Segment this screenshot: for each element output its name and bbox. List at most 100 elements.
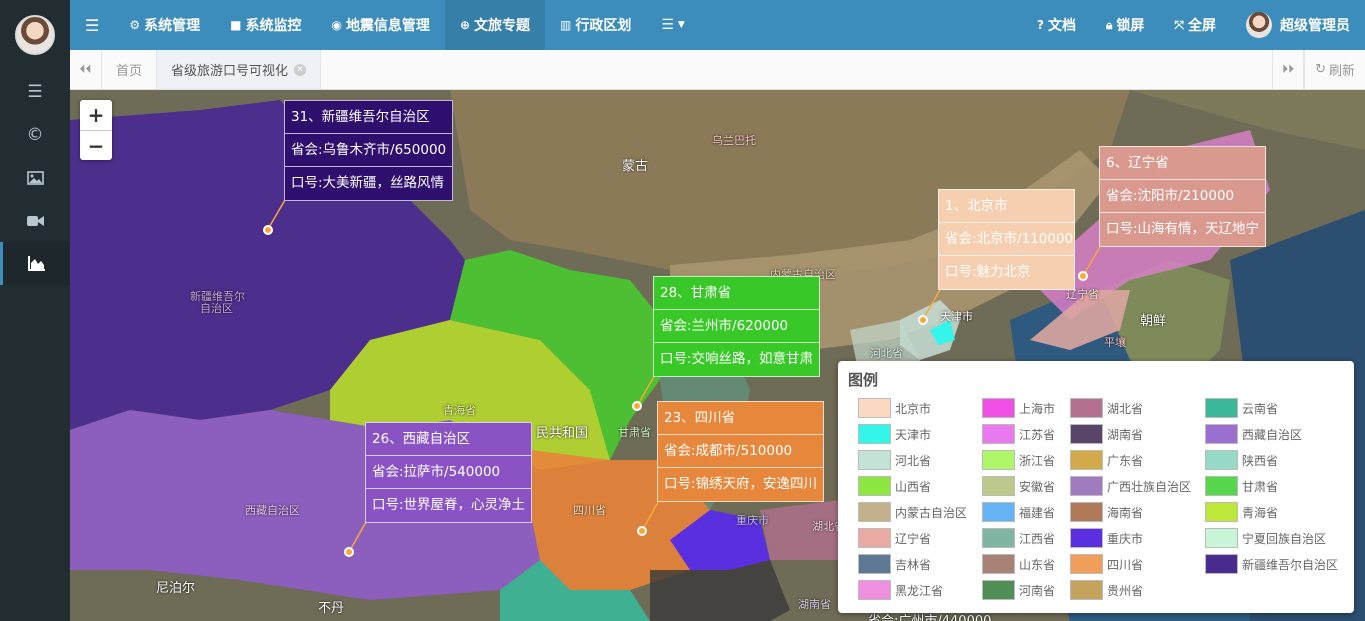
legend-label: 辽宁省 <box>895 531 932 546</box>
nav-label: 文旅专题 <box>474 18 530 34</box>
refresh-button[interactable]: ↻ 刷新 <box>1304 50 1365 89</box>
legend-item[interactable]: 山东省 <box>982 554 1070 574</box>
nav-label: 行政区划 <box>575 18 632 34</box>
tab-slogan-visualization[interactable]: 省级旅游口号可视化 ✕ <box>157 50 322 89</box>
legend-swatch <box>982 398 1015 418</box>
close-icon[interactable]: ✕ <box>294 63 307 76</box>
label-sichuan: 四川省 <box>573 504 606 517</box>
legend-item[interactable]: 贵州省 <box>1070 580 1205 600</box>
legend-swatch <box>858 424 891 444</box>
legend-item[interactable]: 内蒙古自治区 <box>858 502 982 522</box>
legend-label: 湖北省 <box>1107 401 1144 416</box>
label-chongqing: 重庆市 <box>736 514 769 527</box>
legend-swatch <box>1205 450 1238 470</box>
legend-item[interactable]: 上海市 <box>982 398 1070 418</box>
lock-screen-button[interactable]: 🔒︎ 锁屏 <box>1091 0 1159 50</box>
legend-item[interactable]: 吉林省 <box>858 554 982 574</box>
legend-item[interactable]: 河北省 <box>858 450 982 470</box>
nav-culture-tourism[interactable]: ⊕ 文旅专题 <box>444 0 545 50</box>
user-avatar[interactable] <box>15 15 55 55</box>
legend-label: 贵州省 <box>1107 583 1144 598</box>
legend-label: 天津市 <box>895 427 932 442</box>
popup-capital: 省会:成都市/510000 <box>658 435 824 468</box>
legend-item[interactable]: 四川省 <box>1070 554 1205 574</box>
nav-more-dropdown[interactable]: ☰ ▼ <box>646 0 699 50</box>
zoom-in-button[interactable]: + <box>80 100 112 130</box>
legend-item[interactable]: 黑龙江省 <box>858 580 982 600</box>
label-hebei: 河北省 <box>870 347 903 360</box>
tab-label: 首页 <box>116 64 143 79</box>
legend-swatch <box>1070 450 1103 470</box>
label-pyongyang: 平壤 <box>1104 336 1126 349</box>
nav-label: 系统监控 <box>245 18 302 34</box>
popup-gansu: 28、甘肃省 省会:兰州市/620000 口号:交响丝路，如意甘肃 <box>653 276 821 377</box>
legend-item[interactable]: 陕西省 <box>1205 450 1345 470</box>
legend-item[interactable]: 辽宁省 <box>858 528 982 548</box>
legend-swatch <box>1070 476 1103 496</box>
fullscreen-button[interactable]: ⤧ 全屏 <box>1159 0 1231 50</box>
sidebar-item-chart[interactable] <box>0 242 70 285</box>
legend-item[interactable]: 安徽省 <box>982 476 1070 496</box>
marker-xinjiang[interactable] <box>263 225 273 235</box>
popup-slogan: 口号:大美新疆，丝路风情 <box>291 175 445 191</box>
legend-item[interactable]: 新疆维吾尔自治区 <box>1205 554 1345 574</box>
legend-item[interactable]: 云南省 <box>1205 398 1345 418</box>
legend-item[interactable]: 重庆市 <box>1070 528 1205 548</box>
label-hunan: 湖南省 <box>798 598 831 611</box>
legend-item[interactable]: 西藏自治区 <box>1205 424 1345 444</box>
tab-bar-right: ⏵⏵ ↻ 刷新 <box>1272 50 1365 89</box>
tab-bar: ⏴⏴ 首页 省级旅游口号可视化 ✕ ⏵⏵ ↻ 刷新 <box>70 50 1365 90</box>
label-bhutan: 不丹 <box>318 601 345 616</box>
legend-item[interactable]: 福建省 <box>982 502 1070 522</box>
legend-item[interactable]: 甘肃省 <box>1205 476 1345 496</box>
sidebar-item-menu[interactable]: ☰ <box>0 70 70 113</box>
popup-capital: 省会:兰州市/620000 <box>654 310 820 343</box>
marker-sichuan[interactable] <box>637 526 647 536</box>
legend-label: 北京市 <box>895 401 932 416</box>
tab-home[interactable]: 首页 <box>102 50 158 89</box>
legend-item[interactable]: 广西壮族自治区 <box>1070 476 1205 496</box>
user-menu[interactable]: 超级管理员 <box>1231 0 1365 50</box>
popup-capital: 省会:拉萨市/540000 <box>366 456 532 489</box>
legend-item[interactable]: 浙江省 <box>982 450 1070 470</box>
legend-item[interactable]: 北京市 <box>858 398 982 418</box>
legend-item[interactable]: 江西省 <box>982 528 1070 548</box>
legend-item[interactable]: 河南省 <box>982 580 1070 600</box>
legend-label: 西藏自治区 <box>1242 427 1303 442</box>
legend-item[interactable]: 广东省 <box>1070 450 1205 470</box>
nav-earthquake-info[interactable]: ◉ 地震信息管理 <box>316 0 444 50</box>
docs-button[interactable]: ? 文档 <box>1022 0 1091 50</box>
marker-gansu[interactable] <box>632 401 642 411</box>
zoom-out-button[interactable]: − <box>80 130 112 160</box>
nav-system-monitor[interactable]: ■ 系统监控 <box>215 0 316 50</box>
legend-swatch <box>982 580 1015 600</box>
map-marker-icon: ◉ <box>331 18 342 32</box>
legend-label: 宁夏回族自治区 <box>1242 531 1327 546</box>
tab-scroll-left-button[interactable]: ⏴⏴ <box>70 50 102 89</box>
marker-liaoning[interactable] <box>1078 271 1088 281</box>
legend-item[interactable]: 海南省 <box>1070 502 1205 522</box>
sidebar-item-image[interactable] <box>0 156 70 199</box>
legend-item[interactable]: 江苏省 <box>982 424 1070 444</box>
legend-swatch <box>1205 554 1238 574</box>
legend-swatch <box>1205 424 1238 444</box>
double-chevron-right-icon: ⏵⏵ <box>1282 62 1295 76</box>
marker-beijing[interactable] <box>918 315 928 325</box>
marker-tibet[interactable] <box>344 547 354 557</box>
nav-system-management[interactable]: ⚙ 系统管理 <box>114 0 215 50</box>
sidebar-item-video[interactable] <box>0 199 70 242</box>
popup-slogan: 口号:世界屋脊，心灵净土 <box>372 497 526 513</box>
legend-item[interactable]: 山西省 <box>858 476 982 496</box>
legend-item[interactable]: 湖南省 <box>1070 424 1205 444</box>
legend-item[interactable]: 天津市 <box>858 424 982 444</box>
sidebar-item-copyright[interactable]: © <box>0 113 70 156</box>
legend-item[interactable]: 宁夏回族自治区 <box>1205 528 1345 548</box>
lock-icon: 🔒︎ <box>1106 17 1113 32</box>
legend-item[interactable]: 青海省 <box>1205 502 1345 522</box>
legend-item[interactable]: 湖北省 <box>1070 398 1205 418</box>
label-prc: 民共和国 <box>536 426 589 441</box>
menu-toggle-button[interactable]: ☰ <box>70 0 114 50</box>
tab-scroll-right-button[interactable]: ⏵⏵ <box>1272 50 1305 89</box>
label-tibet: 西藏自治区 <box>245 504 300 517</box>
nav-administrative-division[interactable]: ▥ 行政区划 <box>545 0 646 50</box>
